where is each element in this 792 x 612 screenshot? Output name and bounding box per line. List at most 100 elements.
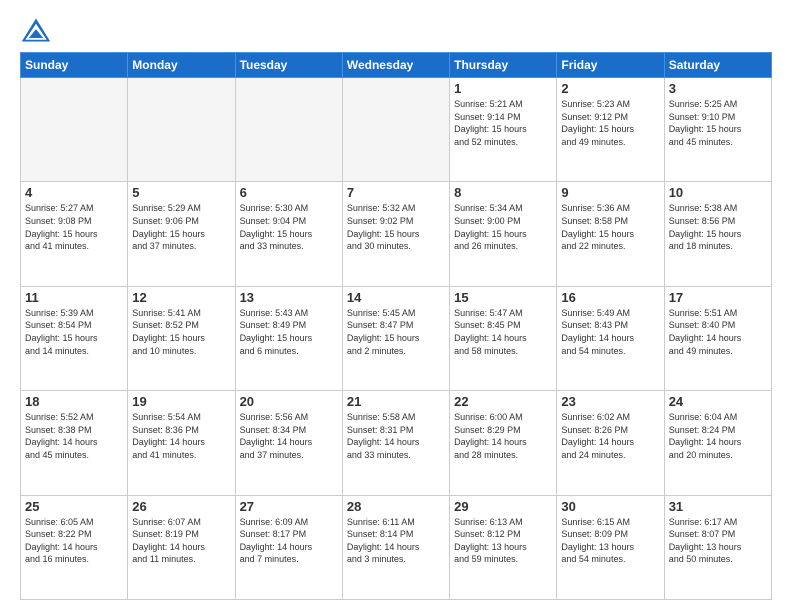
day-info: Sunrise: 5:43 AM Sunset: 8:49 PM Dayligh… [240, 307, 338, 357]
calendar-header-friday: Friday [557, 53, 664, 78]
calendar-cell: 30 Sunrise: 6:15 AM Sunset: 8:09 PM Dayli… [557, 495, 664, 599]
calendar-cell: 31 Sunrise: 6:17 AM Sunset: 8:07 PM Dayli… [664, 495, 771, 599]
calendar-header-thursday: Thursday [450, 53, 557, 78]
day-info: Sunrise: 5:29 AM Sunset: 9:06 PM Dayligh… [132, 202, 230, 252]
day-info: Sunrise: 5:23 AM Sunset: 9:12 PM Dayligh… [561, 98, 659, 148]
calendar-cell: 1Sunrise: 5:21 AM Sunset: 9:14 PM Daylig… [450, 78, 557, 182]
day-number: 4 [25, 185, 123, 200]
day-info: Sunrise: 5:47 AM Sunset: 8:45 PM Dayligh… [454, 307, 552, 357]
logo [20, 16, 56, 44]
calendar-cell: 25 Sunrise: 6:05 AM Sunset: 8:22 PM Dayli… [21, 495, 128, 599]
day-number: 20 [240, 394, 338, 409]
day-number: 8 [454, 185, 552, 200]
calendar-cell: 10 Sunrise: 5:38 AM Sunset: 8:56 PM Dayli… [664, 182, 771, 286]
day-number: 18 [25, 394, 123, 409]
calendar-cell: 20Sunrise: 5:56 AM Sunset: 8:34 PM Dayli… [235, 391, 342, 495]
calendar-header-wednesday: Wednesday [342, 53, 449, 78]
day-info: Sunrise: 5:58 AM Sunset: 8:31 PM Dayligh… [347, 411, 445, 461]
calendar-cell: 13 Sunrise: 5:43 AM Sunset: 8:49 PM Dayli… [235, 286, 342, 390]
calendar-cell: 6 Sunrise: 5:30 AM Sunset: 9:04 PM Daylig… [235, 182, 342, 286]
day-info: Sunrise: 6:17 AM Sunset: 8:07 PM Dayligh… [669, 516, 767, 566]
day-number: 26 [132, 499, 230, 514]
calendar-cell: 23Sunrise: 6:02 AM Sunset: 8:26 PM Dayli… [557, 391, 664, 495]
calendar-cell: 3Sunrise: 5:25 AM Sunset: 9:10 PM Daylig… [664, 78, 771, 182]
page: SundayMondayTuesdayWednesdayThursdayFrid… [0, 0, 792, 612]
day-info: Sunrise: 5:39 AM Sunset: 8:54 PM Dayligh… [25, 307, 123, 357]
calendar-table: SundayMondayTuesdayWednesdayThursdayFrid… [20, 52, 772, 600]
calendar-cell: 17Sunrise: 5:51 AM Sunset: 8:40 PM Dayli… [664, 286, 771, 390]
calendar-cell: 18 Sunrise: 5:52 AM Sunset: 8:38 PM Dayli… [21, 391, 128, 495]
day-info: Sunrise: 6:15 AM Sunset: 8:09 PM Dayligh… [561, 516, 659, 566]
calendar-header-monday: Monday [128, 53, 235, 78]
calendar-cell: 8Sunrise: 5:34 AM Sunset: 9:00 PM Daylig… [450, 182, 557, 286]
day-number: 22 [454, 394, 552, 409]
day-info: Sunrise: 6:13 AM Sunset: 8:12 PM Dayligh… [454, 516, 552, 566]
calendar-week-5: 25 Sunrise: 6:05 AM Sunset: 8:22 PM Dayli… [21, 495, 772, 599]
day-number: 28 [347, 499, 445, 514]
calendar-cell: 12Sunrise: 5:41 AM Sunset: 8:52 PM Dayli… [128, 286, 235, 390]
day-info: Sunrise: 5:51 AM Sunset: 8:40 PM Dayligh… [669, 307, 767, 357]
day-number: 21 [347, 394, 445, 409]
day-number: 13 [240, 290, 338, 305]
calendar-week-2: 4 Sunrise: 5:27 AM Sunset: 9:08 PM Daylig… [21, 182, 772, 286]
day-number: 10 [669, 185, 767, 200]
day-number: 29 [454, 499, 552, 514]
day-info: Sunrise: 6:07 AM Sunset: 8:19 PM Dayligh… [132, 516, 230, 566]
calendar-cell: 29 Sunrise: 6:13 AM Sunset: 8:12 PM Dayli… [450, 495, 557, 599]
day-number: 6 [240, 185, 338, 200]
calendar-cell: 5 Sunrise: 5:29 AM Sunset: 9:06 PM Daylig… [128, 182, 235, 286]
day-info: Sunrise: 5:27 AM Sunset: 9:08 PM Dayligh… [25, 202, 123, 252]
day-number: 2 [561, 81, 659, 96]
calendar-week-1: 1Sunrise: 5:21 AM Sunset: 9:14 PM Daylig… [21, 78, 772, 182]
calendar-cell: 28 Sunrise: 6:11 AM Sunset: 8:14 PM Dayli… [342, 495, 449, 599]
calendar-cell [235, 78, 342, 182]
calendar-header-sunday: Sunday [21, 53, 128, 78]
day-info: Sunrise: 5:32 AM Sunset: 9:02 PM Dayligh… [347, 202, 445, 252]
day-number: 5 [132, 185, 230, 200]
calendar-cell: 15Sunrise: 5:47 AM Sunset: 8:45 PM Dayli… [450, 286, 557, 390]
calendar-cell: 11 Sunrise: 5:39 AM Sunset: 8:54 PM Dayli… [21, 286, 128, 390]
calendar-cell: 24 Sunrise: 6:04 AM Sunset: 8:24 PM Dayli… [664, 391, 771, 495]
day-info: Sunrise: 6:05 AM Sunset: 8:22 PM Dayligh… [25, 516, 123, 566]
day-number: 27 [240, 499, 338, 514]
day-number: 31 [669, 499, 767, 514]
day-info: Sunrise: 6:02 AM Sunset: 8:26 PM Dayligh… [561, 411, 659, 461]
calendar-cell: 26 Sunrise: 6:07 AM Sunset: 8:19 PM Dayli… [128, 495, 235, 599]
day-info: Sunrise: 5:49 AM Sunset: 8:43 PM Dayligh… [561, 307, 659, 357]
calendar-cell: 7Sunrise: 5:32 AM Sunset: 9:02 PM Daylig… [342, 182, 449, 286]
day-info: Sunrise: 5:38 AM Sunset: 8:56 PM Dayligh… [669, 202, 767, 252]
calendar-cell: 22 Sunrise: 6:00 AM Sunset: 8:29 PM Dayli… [450, 391, 557, 495]
day-info: Sunrise: 5:36 AM Sunset: 8:58 PM Dayligh… [561, 202, 659, 252]
calendar-header-tuesday: Tuesday [235, 53, 342, 78]
calendar-header-saturday: Saturday [664, 53, 771, 78]
calendar-cell: 2 Sunrise: 5:23 AM Sunset: 9:12 PM Daylig… [557, 78, 664, 182]
calendar-cell [128, 78, 235, 182]
calendar-cell: 9 Sunrise: 5:36 AM Sunset: 8:58 PM Daylig… [557, 182, 664, 286]
calendar-week-4: 18 Sunrise: 5:52 AM Sunset: 8:38 PM Dayli… [21, 391, 772, 495]
calendar-cell [21, 78, 128, 182]
calendar-week-3: 11 Sunrise: 5:39 AM Sunset: 8:54 PM Dayli… [21, 286, 772, 390]
day-info: Sunrise: 6:00 AM Sunset: 8:29 PM Dayligh… [454, 411, 552, 461]
day-number: 11 [25, 290, 123, 305]
day-info: Sunrise: 5:30 AM Sunset: 9:04 PM Dayligh… [240, 202, 338, 252]
day-number: 30 [561, 499, 659, 514]
calendar-cell: 16 Sunrise: 5:49 AM Sunset: 8:43 PM Dayli… [557, 286, 664, 390]
logo-icon [20, 16, 52, 44]
day-info: Sunrise: 6:11 AM Sunset: 8:14 PM Dayligh… [347, 516, 445, 566]
day-info: Sunrise: 5:41 AM Sunset: 8:52 PM Dayligh… [132, 307, 230, 357]
day-number: 9 [561, 185, 659, 200]
calendar-cell: 14Sunrise: 5:45 AM Sunset: 8:47 PM Dayli… [342, 286, 449, 390]
day-number: 16 [561, 290, 659, 305]
calendar-cell: 27Sunrise: 6:09 AM Sunset: 8:17 PM Dayli… [235, 495, 342, 599]
day-info: Sunrise: 5:45 AM Sunset: 8:47 PM Dayligh… [347, 307, 445, 357]
calendar-cell: 4 Sunrise: 5:27 AM Sunset: 9:08 PM Daylig… [21, 182, 128, 286]
calendar-cell: 19 Sunrise: 5:54 AM Sunset: 8:36 PM Dayli… [128, 391, 235, 495]
day-info: Sunrise: 5:52 AM Sunset: 8:38 PM Dayligh… [25, 411, 123, 461]
day-number: 19 [132, 394, 230, 409]
day-info: Sunrise: 5:54 AM Sunset: 8:36 PM Dayligh… [132, 411, 230, 461]
day-number: 25 [25, 499, 123, 514]
day-number: 3 [669, 81, 767, 96]
day-info: Sunrise: 6:04 AM Sunset: 8:24 PM Dayligh… [669, 411, 767, 461]
calendar-cell: 21 Sunrise: 5:58 AM Sunset: 8:31 PM Dayli… [342, 391, 449, 495]
day-number: 24 [669, 394, 767, 409]
